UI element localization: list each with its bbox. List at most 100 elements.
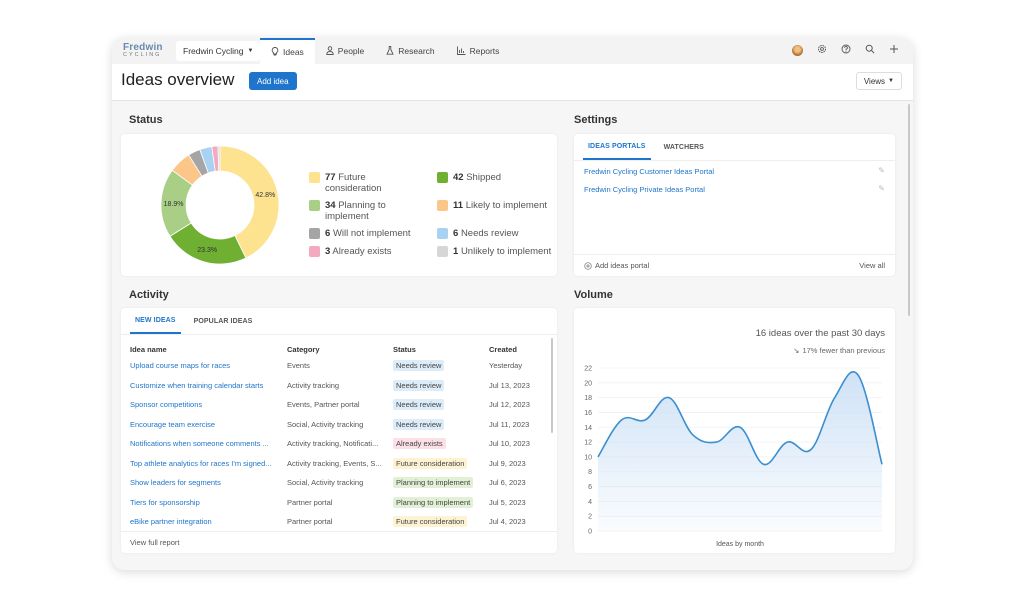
table-row[interactable]: Tiers for sponsorship Partner portal Plann… [130, 493, 549, 513]
tab-ideas[interactable]: Ideas [260, 38, 315, 64]
table-row[interactable]: Encourage team exercise Social, Activity … [130, 415, 549, 435]
workspace-dropdown[interactable]: Fredwin Cycling ▼ [176, 41, 261, 61]
y-tick-label: 16 [584, 410, 592, 417]
logo[interactable]: Fredwin CYCLING [123, 43, 163, 59]
idea-created-date: Jul 13, 2023 [489, 380, 530, 390]
add-idea-button[interactable]: Add idea [249, 72, 297, 90]
activity-card: NEW IDEAS POPULAR IDEAS Idea name Catego… [121, 308, 557, 553]
tab-label: People [337, 46, 365, 56]
idea-category: Activity tracking, Events, S... [287, 458, 382, 468]
gear-icon[interactable] [817, 44, 827, 57]
data-point[interactable] [809, 447, 814, 452]
idea-created-date: Jul 9, 2023 [489, 458, 526, 468]
table-row[interactable]: Sponsor competitions Events, Partner port… [130, 395, 549, 415]
table-row[interactable]: Top athlete analytics for races I'm sign… [130, 454, 549, 474]
plus-icon[interactable] [889, 44, 899, 57]
idea-status-cell: Future consideration [393, 512, 489, 532]
data-point[interactable] [690, 432, 695, 437]
tab-ideas-portals[interactable]: IDEAS PORTALS [583, 134, 651, 160]
idea-name-link[interactable]: Customize when training calendar starts [130, 376, 287, 396]
table-scrollbar[interactable] [551, 338, 553, 433]
legend-item[interactable]: 6 Will not implement [309, 228, 411, 239]
idea-created-date: Jul 5, 2023 [489, 497, 526, 507]
legend-item[interactable]: 1 Unlikely to implement [437, 246, 551, 257]
lightbulb-icon [271, 46, 279, 58]
tab-watchers[interactable]: WATCHERS [659, 134, 709, 160]
data-point[interactable] [761, 462, 766, 467]
data-point[interactable] [832, 395, 837, 400]
column-header-status[interactable]: Status [393, 342, 489, 356]
table-row[interactable]: Upload course maps for races Events Needs … [130, 356, 549, 376]
status-donut-chart: 42.8% 23.3% 18.9% [160, 145, 280, 265]
page-title: Ideas overview [121, 70, 235, 89]
data-point[interactable] [856, 373, 861, 378]
idea-name-link[interactable]: Sponsor competitions [130, 395, 287, 415]
volume-summary: 16 ideas over the past 30 days [755, 328, 885, 339]
search-icon[interactable] [865, 44, 875, 57]
legend-swatch [309, 246, 320, 257]
legend-item[interactable]: 77 Future consideration [309, 172, 382, 194]
page-scrollbar[interactable] [908, 104, 910, 316]
settings-title: Settings [574, 114, 618, 126]
idea-name-link[interactable]: eBike partner integration [130, 512, 287, 532]
tab-reports[interactable]: Reports [446, 38, 511, 64]
app-window: Fredwin CYCLING Fredwin Cycling ▼ Ideas … [112, 38, 913, 570]
idea-category: Partner portal [287, 517, 333, 527]
column-header-idea-name[interactable]: Idea name [130, 342, 287, 356]
tab-popular-ideas[interactable]: POPULAR IDEAS [189, 308, 258, 334]
legend-swatch [437, 246, 448, 257]
add-portal-link[interactable]: Add ideas portal [584, 261, 649, 270]
idea-name-link[interactable]: Tiers for sponsorship [130, 493, 287, 513]
idea-status-cell: Already exists [393, 434, 489, 454]
idea-created-date: Jul 4, 2023 [489, 517, 526, 527]
legend-item[interactable]: 3 Already exists [309, 246, 392, 257]
idea-name-link[interactable]: Notifications when someone comments ... [130, 434, 287, 454]
tab-people[interactable]: People [315, 38, 375, 64]
view-full-report-link[interactable]: View full report [130, 538, 179, 547]
legend-swatch [309, 172, 320, 183]
legend-item[interactable]: 42 Shipped [437, 172, 501, 183]
data-point[interactable] [596, 454, 601, 459]
table-row[interactable]: Notifications when someone comments ... A… [130, 434, 549, 454]
data-point[interactable] [714, 440, 719, 445]
table-row[interactable]: Show leaders for segments Social, Activit… [130, 473, 549, 493]
y-tick-label: 4 [588, 499, 592, 506]
legend-text: 77 Future consideration [325, 172, 382, 194]
pencil-icon[interactable]: ✎ [878, 184, 885, 193]
data-point[interactable] [738, 425, 743, 430]
data-point[interactable] [667, 395, 672, 400]
tab-research[interactable]: Research [375, 38, 445, 64]
idea-category: Events [287, 361, 310, 371]
y-tick-label: 10 [584, 454, 592, 461]
tab-new-ideas[interactable]: NEW IDEAS [130, 308, 181, 334]
portal-link[interactable]: Fredwin Cycling Private Ideas Portal [584, 185, 705, 194]
portal-link[interactable]: Fredwin Cycling Customer Ideas Portal [584, 167, 714, 176]
idea-category: Activity tracking, Notificati... [287, 439, 379, 449]
idea-name-link[interactable]: Top athlete analytics for races I'm sign… [130, 454, 287, 474]
legend-swatch [309, 228, 320, 239]
legend-item[interactable]: 6 Needs review [437, 228, 519, 239]
data-point[interactable] [643, 417, 648, 422]
idea-name-link[interactable]: Upload course maps for races [130, 356, 287, 376]
user-avatar[interactable] [792, 45, 803, 56]
y-tick-label: 2 [588, 514, 592, 521]
data-point[interactable] [880, 462, 885, 467]
idea-category: Social, Activity tracking [287, 478, 364, 488]
pencil-icon[interactable]: ✎ [878, 166, 885, 175]
views-dropdown[interactable]: Views ▼ [855, 72, 902, 90]
tab-label: Reports [469, 46, 500, 56]
legend-item[interactable]: 11 Likely to implement [437, 200, 547, 211]
legend-item[interactable]: 34 Planning to implement [309, 200, 386, 222]
legend-swatch [437, 200, 448, 211]
idea-name-link[interactable]: Encourage team exercise [130, 415, 287, 435]
workspace-label: Fredwin Cycling [183, 46, 244, 56]
column-header-created[interactable]: Created [489, 342, 549, 356]
table-row[interactable]: eBike partner integration Partner portal F… [130, 512, 549, 532]
column-header-category[interactable]: Category [287, 342, 393, 356]
table-row[interactable]: Customize when training calendar starts A… [130, 376, 549, 396]
view-all-link[interactable]: View all [859, 261, 885, 270]
idea-name-link[interactable]: Show leaders for segments [130, 473, 287, 493]
data-point[interactable] [785, 440, 790, 445]
data-point[interactable] [619, 417, 624, 422]
help-icon[interactable] [841, 44, 851, 57]
